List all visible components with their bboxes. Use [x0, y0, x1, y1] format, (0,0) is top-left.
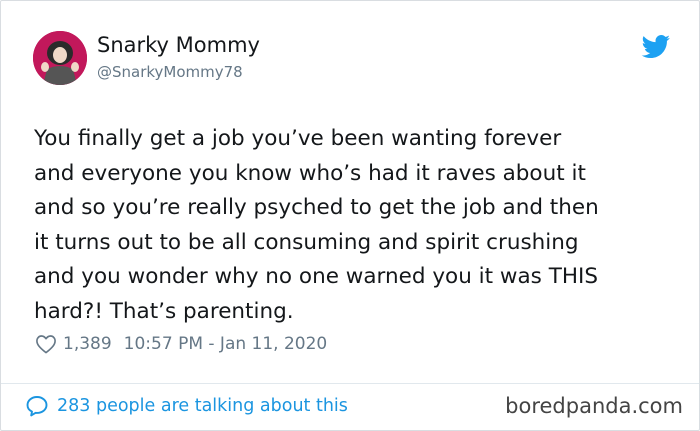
tweet-meta: 1,389 10:57 PM - Jan 11, 2020 [35, 331, 327, 357]
talking-link[interactable]: 283 people are talking about this [25, 395, 348, 417]
tweet-line: hard?! That’s parenting. [34, 298, 294, 324]
tweet-line: and you wonder why no one warned you it … [34, 264, 598, 289]
like-count[interactable]: 1,389 [63, 334, 112, 354]
tweet-line: and everyone you know who’s had it raves… [34, 160, 586, 186]
profile-photo-avatar [33, 31, 87, 85]
heart-outline-icon[interactable] [35, 334, 57, 354]
tweet-line: You finally get a job you’ve been wantin… [34, 126, 562, 151]
tweet-card: Snarky Mommy @SnarkyMommy78 You finally … [0, 0, 700, 431]
divider [1, 383, 699, 384]
boredpanda-watermark: boredpanda.com [505, 394, 683, 418]
avatar[interactable] [33, 31, 87, 85]
author-display-name[interactable]: Snarky Mommy [97, 33, 260, 57]
tweet-text: You finally get a job you’ve been wantin… [34, 122, 684, 329]
twitter-bird-icon[interactable] [641, 35, 671, 59]
tweet-timestamp[interactable]: 10:57 PM - Jan 11, 2020 [124, 334, 328, 354]
speech-bubble-icon [26, 396, 48, 417]
tweet-line: it turns out to be all consuming and spi… [34, 229, 579, 255]
author-handle[interactable]: @SnarkyMommy78 [97, 63, 243, 81]
talking-text: 283 people are talking about this [57, 396, 348, 416]
tweet-line: and so you’re really psyched to get the … [34, 195, 599, 220]
